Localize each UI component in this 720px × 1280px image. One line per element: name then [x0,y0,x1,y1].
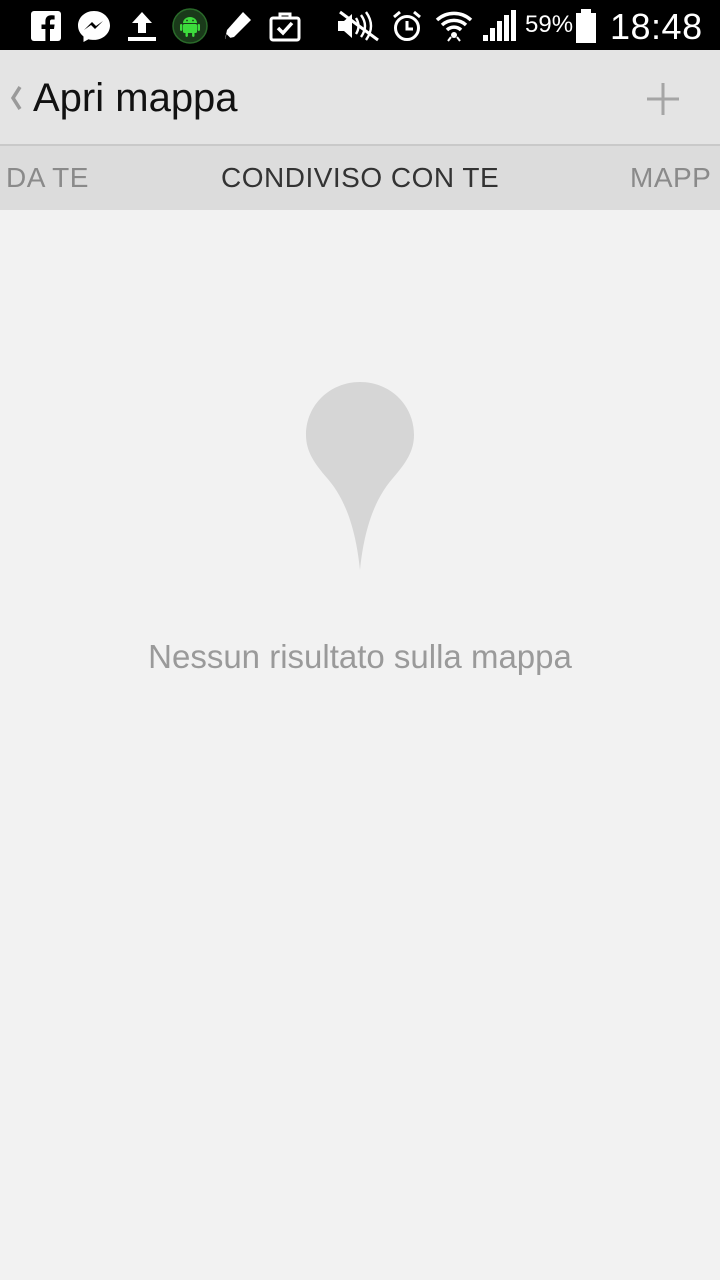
page-title[interactable]: Apri mappa [33,76,238,121]
clock: 18:48 [610,6,703,47]
tab-strip: DA TE CONDIVISO CON TE MAPP [0,146,720,210]
wifi-icon [435,8,473,44]
add-button[interactable] [636,72,690,126]
tab-mappe[interactable]: MAPP [630,162,711,194]
mute-icon [334,8,382,44]
upload-icon [124,8,160,44]
action-bar: Apri mappa [0,50,720,146]
plus-icon [647,83,679,115]
pencil-icon [220,8,254,44]
battery-percent: 59% [525,11,574,38]
tab-condiviso-con-te[interactable]: CONDIVISO CON TE [221,162,499,194]
map-pin-icon [305,380,415,572]
empty-state-message: Nessun risultato sulla mappa [148,638,572,675]
status-bar: 59% 18:48 [0,0,720,50]
facebook-icon [30,8,62,44]
back-chevron-icon[interactable] [6,78,26,118]
signal-icon [481,8,517,44]
alarm-icon [390,8,424,44]
battery-icon [574,8,598,44]
messenger-icon [76,8,112,44]
android-icon [172,8,208,44]
tab-da-te[interactable]: DA TE [6,162,89,194]
briefcase-check-icon [268,8,302,44]
